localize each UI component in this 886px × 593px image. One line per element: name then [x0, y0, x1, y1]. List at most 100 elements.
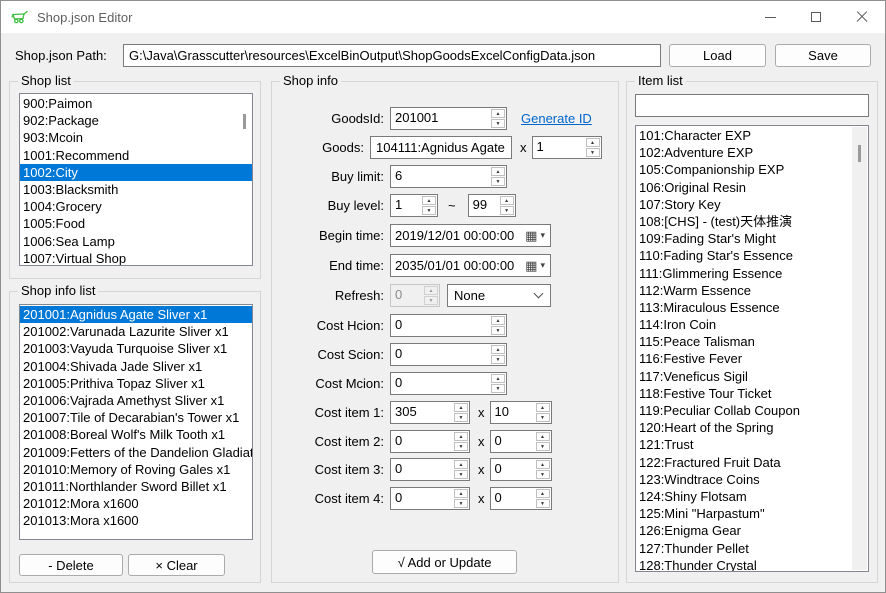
list-item[interactable]: 201012:Mora x1600 [20, 495, 252, 512]
list-item[interactable]: 109:Fading Star's Might [636, 230, 868, 247]
cost-item-1-count-spinner[interactable]: 10 ▲▼ [490, 401, 552, 424]
list-item[interactable]: 115:Peace Talisman [636, 333, 868, 350]
list-item[interactable]: 110:Fading Star's Essence [636, 247, 868, 264]
spinner-down-icon[interactable]: ▼ [536, 442, 550, 451]
list-item[interactable]: 125:Mini "Harpastum" [636, 505, 868, 522]
list-item[interactable]: 1004:Grocery [20, 198, 252, 215]
spinner-up-icon[interactable]: ▲ [454, 432, 468, 441]
minimize-button[interactable] [747, 1, 793, 33]
list-item[interactable]: 106:Original Resin [636, 179, 868, 196]
spinner-down-icon[interactable]: ▼ [454, 413, 468, 422]
list-item[interactable]: 128:Thunder Crystal [636, 557, 868, 572]
generate-id-link[interactable]: Generate ID [521, 111, 592, 126]
list-item[interactable]: 201007:Tile of Decarabian's Tower x1 [20, 409, 252, 426]
cost-item-1-id-spinner[interactable]: 305 ▲▼ [390, 401, 470, 424]
list-item[interactable]: 201006:Vajrada Amethyst Sliver x1 [20, 392, 252, 409]
list-item[interactable]: 116:Festive Fever [636, 350, 868, 367]
list-item[interactable]: 111:Glimmering Essence [636, 265, 868, 282]
item-list-box[interactable]: 101:Character EXP102:Adventure EXP105:Co… [635, 125, 869, 572]
list-item[interactable]: 1007:Virtual Shop [20, 250, 252, 266]
item-search-input[interactable] [635, 94, 869, 117]
spinner-up-icon[interactable]: ▲ [422, 196, 436, 205]
list-item[interactable]: 127:Thunder Pellet [636, 540, 868, 557]
spinner-up-icon[interactable]: ▲ [454, 489, 468, 498]
list-item[interactable]: 902:Package [20, 112, 252, 129]
spinner-down-icon[interactable]: ▼ [536, 499, 550, 508]
load-button[interactable]: Load [669, 44, 766, 67]
goodsid-spinner[interactable]: 201001 ▲▼ [390, 107, 507, 130]
cost-item-3-id-spinner[interactable]: 0 ▲▼ [390, 458, 470, 481]
list-item[interactable]: 124:Shiny Flotsam [636, 488, 868, 505]
spinner-up-icon[interactable]: ▲ [491, 167, 505, 176]
spinner-up-icon[interactable]: ▲ [536, 489, 550, 498]
spinner-down-icon[interactable]: ▼ [536, 413, 550, 422]
end-time-picker[interactable]: 2035/01/01 00:00:00 ▦ ▾ [390, 254, 551, 277]
maximize-button[interactable] [793, 1, 839, 33]
list-item[interactable]: 201011:Northlander Sword Billet x1 [20, 478, 252, 495]
shop-list-box[interactable]: 900:Paimon902:Package903:Mcoin1001:Recom… [19, 93, 253, 266]
spinner-down-icon[interactable]: ▼ [491, 177, 505, 186]
list-item[interactable]: 201009:Fetters of the Dandelion Gladiato [20, 444, 252, 461]
spinner-up-icon[interactable]: ▲ [536, 460, 550, 469]
list-item[interactable]: 108:[CHS] - (test)天体推演 [636, 213, 868, 230]
spinner-down-icon[interactable]: ▼ [454, 470, 468, 479]
list-item[interactable]: 105:Companionship EXP [636, 161, 868, 178]
list-item[interactable]: 1001:Recommend [20, 147, 252, 164]
list-item[interactable]: 126:Enigma Gear [636, 522, 868, 539]
list-item[interactable]: 107:Story Key [636, 196, 868, 213]
list-item[interactable]: 201013:Mora x1600 [20, 512, 252, 529]
buy-level-max-spinner[interactable]: 99 ▲▼ [468, 194, 516, 217]
list-item[interactable]: 121:Trust [636, 436, 868, 453]
list-item[interactable]: 900:Paimon [20, 95, 252, 112]
list-item[interactable]: 201001:Agnidus Agate Sliver x1 [20, 306, 252, 323]
cost-item-2-id-spinner[interactable]: 0 ▲▼ [390, 430, 470, 453]
spinner-down-icon[interactable]: ▼ [454, 442, 468, 451]
path-input[interactable] [123, 44, 661, 67]
spinner-up-icon[interactable]: ▲ [454, 460, 468, 469]
list-item[interactable]: 201010:Memory of Roving Gales x1 [20, 461, 252, 478]
shop-list-scrollbar[interactable] [243, 114, 246, 129]
clear-button[interactable]: × Clear [128, 554, 225, 576]
list-item[interactable]: 123:Windtrace Coins [636, 471, 868, 488]
cost-item-4-id-spinner[interactable]: 0 ▲▼ [390, 487, 470, 510]
spinner-down-icon[interactable]: ▼ [422, 206, 436, 215]
buy-limit-spinner[interactable]: 6 ▲▼ [390, 165, 507, 188]
spinner-up-icon[interactable]: ▲ [491, 345, 505, 354]
spinner-down-icon[interactable]: ▼ [491, 326, 505, 335]
spinner-up-icon[interactable]: ▲ [454, 403, 468, 412]
list-item[interactable]: 119:Peculiar Collab Coupon [636, 402, 868, 419]
list-item[interactable]: 113:Miraculous Essence [636, 299, 868, 316]
begin-time-picker[interactable]: 2019/12/01 00:00:00 ▦ ▾ [390, 224, 551, 247]
add-or-update-button[interactable]: √ Add or Update [372, 550, 517, 574]
cost-scion-spinner[interactable]: 0 ▲▼ [390, 343, 507, 366]
list-item[interactable]: 117:Veneficus Sigil [636, 368, 868, 385]
list-item[interactable]: 120:Heart of the Spring [636, 419, 868, 436]
buy-level-min-spinner[interactable]: 1 ▲▼ [390, 194, 438, 217]
spinner-up-icon[interactable]: ▲ [586, 138, 600, 147]
item-list-scrollbar[interactable] [852, 127, 867, 570]
shop-info-list-box[interactable]: 201001:Agnidus Agate Sliver x1201002:Var… [19, 304, 253, 540]
goods-input[interactable] [370, 136, 512, 159]
spinner-up-icon[interactable]: ▲ [500, 196, 514, 205]
spinner-down-icon[interactable]: ▼ [491, 355, 505, 364]
list-item[interactable]: 201004:Shivada Jade Sliver x1 [20, 358, 252, 375]
save-button[interactable]: Save [775, 44, 871, 67]
list-item[interactable]: 1003:Blacksmith [20, 181, 252, 198]
cost-item-3-count-spinner[interactable]: 0 ▲▼ [490, 458, 552, 481]
spinner-up-icon[interactable]: ▲ [536, 432, 550, 441]
list-item[interactable]: 114:Iron Coin [636, 316, 868, 333]
goods-count-spinner[interactable]: 1 ▲▼ [532, 136, 602, 159]
list-item[interactable]: 122:Fractured Fruit Data [636, 454, 868, 471]
spinner-down-icon[interactable]: ▼ [500, 206, 514, 215]
spinner-down-icon[interactable]: ▼ [491, 119, 505, 128]
list-item[interactable]: 1005:Food [20, 215, 252, 232]
list-item[interactable]: 112:Warm Essence [636, 282, 868, 299]
spinner-down-icon[interactable]: ▼ [586, 148, 600, 157]
delete-button[interactable]: - Delete [19, 554, 123, 576]
refresh-mode-combobox[interactable]: None [447, 284, 551, 307]
spinner-up-icon[interactable]: ▲ [491, 316, 505, 325]
list-item[interactable]: 201008:Boreal Wolf's Milk Tooth x1 [20, 426, 252, 443]
cost-hcion-spinner[interactable]: 0 ▲▼ [390, 314, 507, 337]
spinner-up-icon[interactable]: ▲ [536, 403, 550, 412]
spinner-down-icon[interactable]: ▼ [536, 470, 550, 479]
